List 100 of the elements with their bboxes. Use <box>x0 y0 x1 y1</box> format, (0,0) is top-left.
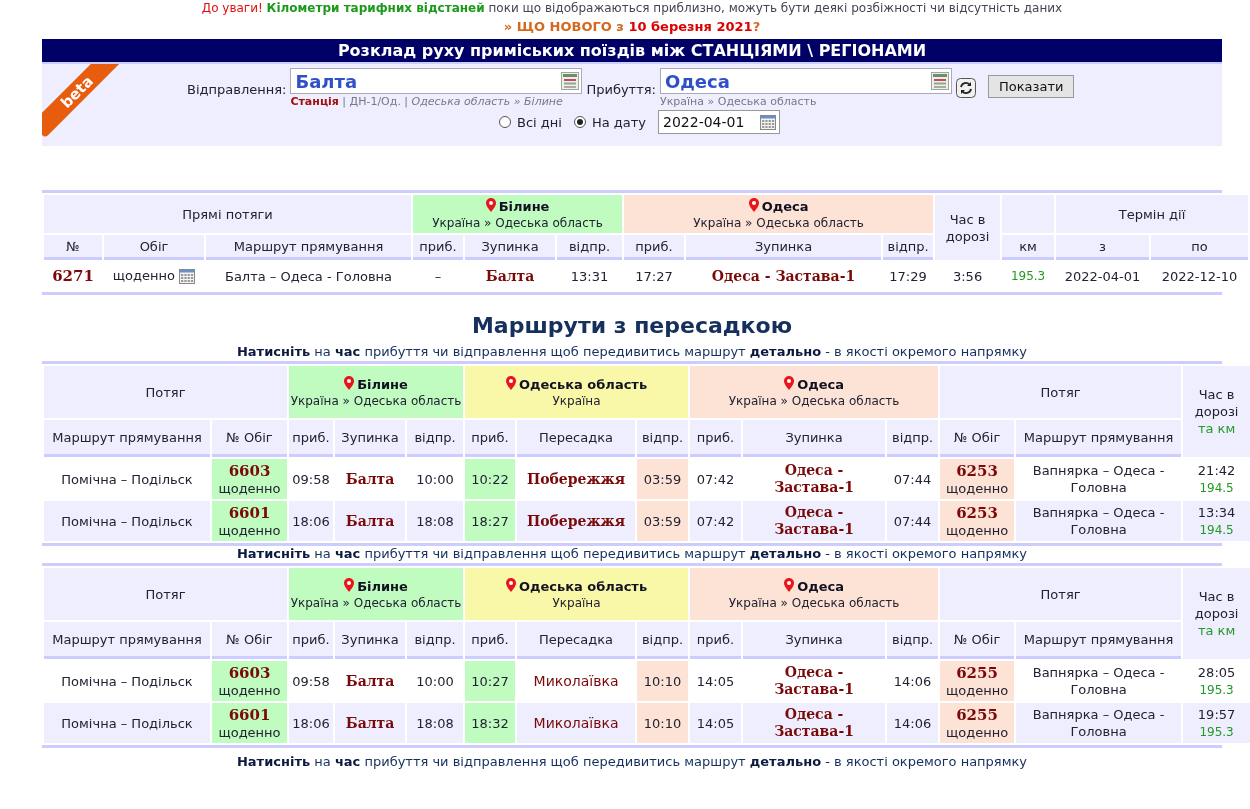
table-cell[interactable]: 18:27 <box>465 501 516 541</box>
table-cell[interactable]: 14:05 <box>690 703 742 743</box>
column-header: відпр. <box>887 420 939 457</box>
station-name: Миколаївка <box>533 672 619 689</box>
train-number[interactable]: 6253 <box>956 503 998 522</box>
train-number[interactable]: 6253 <box>956 461 998 480</box>
date-field[interactable]: 2022-04-01 <box>658 110 780 134</box>
radio-label[interactable]: Всі дні <box>517 114 562 130</box>
stop-header: Одеса Україна » Одеська область <box>690 568 939 620</box>
station-name: Балта <box>345 470 395 487</box>
show-button[interactable]: Показати <box>987 75 1075 98</box>
column-header: Маршрут прямування <box>1016 420 1182 457</box>
stop-header: Одеса Україна » Одеська область <box>624 195 934 233</box>
column-header: Час в дорозі <box>1194 589 1239 621</box>
column-header: Прямі потяги <box>44 195 412 233</box>
radio-button[interactable] <box>499 116 511 128</box>
table-cell[interactable]: 18:06 <box>289 501 333 541</box>
table-cell[interactable]: 18:32 <box>465 703 516 743</box>
column-header: Пересадка <box>517 622 636 659</box>
table-cell[interactable]: 07:44 <box>887 501 939 541</box>
column-header: № Обіг <box>212 420 287 457</box>
table-cell[interactable]: 03:59 <box>637 501 689 541</box>
table-cell[interactable]: 18:08 <box>407 703 464 743</box>
swap-icon[interactable] <box>955 78 976 98</box>
column-header: та км <box>1197 623 1236 638</box>
stop-header: Одеська область Україна <box>465 366 689 418</box>
train-number[interactable]: 6255 <box>956 705 998 724</box>
duration-text: 13:34 <box>1197 504 1236 520</box>
table-cell[interactable]: 10:10 <box>637 703 689 743</box>
notice-text: До уваги! Кілометри тарифних відстаней поки що відображаються приблизно, можуть бути деякі розбіжності чи відсутність даних <box>200 1 1064 16</box>
table-cell[interactable]: 10:27 <box>465 661 516 701</box>
column-header: Пересадка <box>517 420 636 457</box>
arrival-field[interactable]: Одеса <box>659 68 952 94</box>
train-number[interactable]: 6271 <box>52 267 94 285</box>
whats-new-link[interactable]: » ЩО НОВОГО з 10 березня 2021? <box>42 19 1222 35</box>
schedule-text: щоденно <box>218 724 281 740</box>
distance-text: 194.5 <box>1199 480 1234 495</box>
column-header: Термін дії <box>1056 195 1249 233</box>
list-icon[interactable] <box>561 72 580 90</box>
section-title: Маршрути з пересадкою <box>470 313 794 339</box>
table-cell: Помічна – Подільск <box>44 703 210 743</box>
table-cell[interactable]: 18:06 <box>289 703 333 743</box>
column-header: приб. <box>289 622 333 659</box>
stop-header: Одеса Україна » Одеська область <box>690 366 939 418</box>
field-label: Відправлення: <box>187 82 287 97</box>
column-header: Зупинка <box>686 235 882 260</box>
duration-text: 19:57 <box>1197 706 1236 722</box>
table-cell: Вапнярка – Одеса - Головна <box>1016 703 1182 743</box>
table-cell[interactable]: 14:06 <box>887 703 939 743</box>
schedule-text: щоденно <box>218 522 281 538</box>
radio-button[interactable] <box>573 116 586 128</box>
calendar-icon[interactable] <box>760 114 776 130</box>
field-label: Прибуття: <box>586 82 656 97</box>
field-hint: Станція | ДН-1/Од. | Одеська область » Білине <box>290 95 564 108</box>
train-number[interactable]: 6601 <box>228 503 271 522</box>
table-cell[interactable]: 10:10 <box>637 661 689 701</box>
column-header: № Обіг <box>212 622 287 659</box>
station-name: Одеса - Застава-1 <box>774 504 854 537</box>
column-header: Маршрут прямування <box>1016 622 1182 659</box>
station-name: Одеса - Застава-1 <box>711 268 856 284</box>
train-number[interactable]: 6603 <box>228 663 271 682</box>
column-header: Маршрут прямування <box>44 622 210 659</box>
station-name: Миколаївка <box>533 714 619 731</box>
column-header: приб. <box>465 420 516 457</box>
stop-header: Білине Україна » Одеська область <box>413 195 623 233</box>
table-cell[interactable]: 07:42 <box>690 501 742 541</box>
radio-label[interactable]: На дату <box>591 114 646 130</box>
map-pin-icon <box>784 375 795 390</box>
column-header: відпр. <box>637 622 689 659</box>
schedule-text: щоденно <box>946 522 1009 538</box>
duration-text: 21:42 <box>1197 462 1236 478</box>
map-pin-icon <box>344 577 355 592</box>
column-header: Зупинка <box>465 235 556 260</box>
table-cell[interactable]: 10:22 <box>465 459 516 499</box>
departure-field[interactable]: Балта <box>290 68 583 94</box>
map-pin-icon <box>505 375 516 390</box>
column-header: Маршрут прямування <box>206 235 412 260</box>
map-pin-icon <box>748 197 759 212</box>
map-pin-icon <box>485 197 496 212</box>
train-number[interactable]: 6603 <box>228 461 271 480</box>
train-number[interactable]: 6601 <box>228 705 271 724</box>
train-number[interactable]: 6255 <box>956 663 998 682</box>
table-cell[interactable]: 03:59 <box>637 459 689 499</box>
column-header: приб. <box>465 622 516 659</box>
column-header: приб. <box>624 235 685 260</box>
list-icon[interactable] <box>930 72 949 90</box>
map-pin-icon <box>505 577 516 592</box>
column-header: відпр. <box>637 420 689 457</box>
instruction-text: Натисніть на час прибуття чи відправлення щоб передивитись маршрут детально - в якості окремого напрямку <box>235 344 1029 360</box>
instruction-text: Натисніть на час прибуття чи відправлення щоб передивитись маршрут детально - в якості окремого напрямку <box>235 546 1029 562</box>
station-name: Балта <box>485 268 535 284</box>
station-name: Одеса - Застава-1 <box>774 462 854 495</box>
table-cell[interactable]: 18:08 <box>407 501 464 541</box>
column-header: Зупинка <box>743 420 886 457</box>
column-header: Потяг <box>44 366 287 418</box>
column-header: приб. <box>289 420 333 457</box>
calendar-icon[interactable] <box>179 268 196 284</box>
schedule-text: щоденно <box>946 480 1009 496</box>
column-header: Обіг <box>104 235 204 260</box>
station-name: Побережжя <box>526 470 626 487</box>
